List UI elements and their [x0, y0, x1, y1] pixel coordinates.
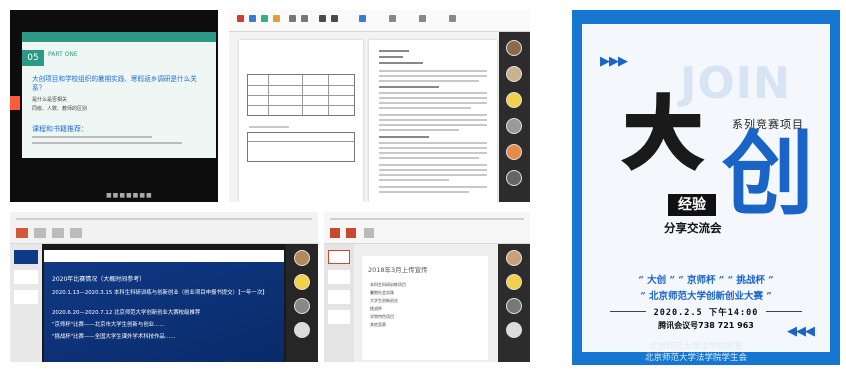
slide-heading-2: 课程和书籍推荐： [32, 125, 88, 133]
screenshot-ppt-agenda: 2018年3月上传宣传 本科生科研训练项目 暑期社会实践 大学生创新创业 挑战杯… [324, 212, 530, 362]
agenda-item: 其他竞赛 [370, 322, 386, 327]
participant-avatar[interactable] [506, 92, 522, 108]
slide-agenda: 2018年3月上传宣传 本科生科研训练项目 暑期社会实践 大学生创新创业 挑战杯… [362, 256, 488, 360]
toolbar-button-8[interactable] [331, 15, 338, 22]
toolbar-button[interactable] [34, 228, 46, 238]
participant-avatar[interactable] [294, 322, 310, 338]
presentation-toolbar [324, 212, 530, 244]
document-page-left[interactable] [239, 40, 363, 202]
slide-thumbnail[interactable] [328, 270, 350, 284]
toolbar-button-3[interactable] [261, 15, 268, 22]
share-indicator[interactable] [10, 96, 20, 110]
participant-avatar[interactable] [506, 170, 522, 186]
participants-panel [498, 244, 530, 362]
form-table-2 [247, 132, 355, 162]
participants-panel [499, 32, 530, 202]
toolbar-button[interactable] [70, 228, 82, 238]
poster-cups-line: “ 大创 ” “ 京师杯 ” “ 挑战杯 ” [638, 275, 774, 286]
participant-avatar[interactable] [506, 322, 522, 338]
participant-avatar[interactable] [294, 274, 310, 290]
agenda-item: 暑期社会实践 [370, 290, 394, 295]
toolbar-button[interactable] [52, 228, 64, 238]
poster-datetime: 2020.2.5 下午14:00 [653, 308, 759, 318]
screenshot-slide-intro: 05 PART ONE 大创项目和学校组织的暑期实践、寒假返乡调研是什么关系？ … [10, 10, 218, 202]
poster-jingyan-badge: 经验 [668, 194, 716, 216]
arrow-decoration-icon: ◀◀◀ [787, 324, 815, 339]
slide-header-band [44, 250, 284, 262]
slide-thumbnail[interactable] [328, 310, 350, 324]
toolbar-button-12[interactable] [449, 15, 456, 22]
participant-avatar[interactable] [294, 250, 310, 266]
slide-question: 大创项目和学校组织的暑期实践、寒假返乡调研是什么关系？ [32, 75, 197, 92]
presentation-toolbar [10, 212, 318, 244]
event-poster: ▶▶▶ JOIN 大 系列竞赛项目 创 经验 分享交流会 “ 大创 ” “ 京师… [572, 10, 840, 365]
toolbar-button[interactable] [346, 228, 356, 238]
slide-thumbnail[interactable] [14, 290, 38, 304]
participant-avatar[interactable] [506, 274, 522, 290]
toolbar-button-11[interactable] [419, 15, 426, 22]
poster-chuang-glyph: 创 [722, 120, 815, 228]
poster-panel: ▶▶▶ JOIN 大 系列竞赛项目 创 经验 分享交流会 “ 大创 ” “ 京师… [582, 24, 830, 352]
slide-line-2: 同级、人数、教师的区别 [32, 106, 88, 112]
participant-avatar[interactable] [506, 40, 522, 56]
participant-avatar[interactable] [506, 66, 522, 82]
toolbar-button-2[interactable] [249, 15, 256, 22]
slide-intro: 05 PART ONE 大创项目和学校组织的暑期实践、寒假返乡调研是什么关系？ … [22, 32, 216, 158]
participant-avatar[interactable] [506, 250, 522, 266]
poster-da-glyph: 大 [623, 89, 704, 178]
agenda-item: 本科生科研训练项目 [370, 282, 406, 287]
toolbar-button-5[interactable] [289, 15, 296, 22]
slide-thumbnail[interactable] [14, 250, 38, 264]
slide-part-tag: PART ONE [48, 51, 78, 58]
participant-avatar[interactable] [506, 298, 522, 314]
poster-share-title: 分享交流会 [664, 221, 722, 235]
slide-thumbnail[interactable] [328, 250, 350, 264]
slide-pager-dots: ■■■■■■■ [106, 192, 153, 199]
participants-panel [286, 244, 318, 362]
slide-line-4 [32, 142, 182, 144]
timeline-line-2: 2020.1.13—2020.3.15 本科生科研训练与创新创业（创业项目申报书… [52, 290, 268, 296]
participant-avatar[interactable] [506, 118, 522, 134]
editor-ribbon [229, 10, 530, 32]
toolbar-button-6[interactable] [301, 15, 308, 22]
toolbar-button-1[interactable] [237, 15, 244, 22]
poster-organizer-2: 北京师范大学法学院学生会 [644, 353, 747, 363]
agenda-item: 挑战杯 [370, 306, 382, 311]
poster-contest-line: “ 北京师范大学创新创业大赛 ” [640, 291, 772, 302]
participant-avatar[interactable] [294, 298, 310, 314]
timeline-line-1: 2020年比赛情况（大概时间参考） [52, 276, 146, 283]
toolbar-button-4[interactable] [273, 15, 280, 22]
slide-number: 05 [22, 50, 44, 66]
form-table [247, 74, 355, 116]
slide-thumbnails [324, 244, 354, 362]
arrow-decoration-icon: ▶▶▶ [600, 54, 628, 69]
agenda-item: 学院特色项目 [370, 314, 394, 319]
participant-avatar[interactable] [506, 144, 522, 160]
slide-thumbnail[interactable] [14, 270, 38, 284]
document-page-right[interactable] [369, 40, 497, 202]
slide-line-3 [32, 136, 152, 138]
screenshot-competition-timeline: 2020年比赛情况（大概时间参考） 2020.1.13—2020.3.15 本科… [10, 212, 318, 362]
slide-title: 2018年3月上传宣传 [368, 266, 428, 274]
toolbar-button[interactable] [364, 228, 374, 238]
slide-thumbnail[interactable] [328, 290, 350, 304]
toolbar-button[interactable] [330, 228, 340, 238]
slide-thumbnails [10, 244, 42, 362]
toolbar-button[interactable] [16, 228, 28, 238]
toolbar-button-10[interactable] [389, 15, 396, 22]
toolbar-button-9[interactable] [359, 15, 366, 22]
timeline-line-4: "京师杯"比赛——北京市大学生创新与创业…… [52, 322, 165, 328]
agenda-item: 大学生创新创业 [370, 298, 398, 303]
screenshot-word-editor [229, 10, 530, 202]
timeline-line-5: "挑战杯"比赛——全国大学生课外学术科技作品…… [52, 334, 176, 340]
slide-line-1: 是什么是否相关 [32, 97, 68, 103]
toolbar-button-7[interactable] [319, 15, 326, 22]
timeline-line-3: 2020.6.20—2020.7.12 北京师范大学创新创业大赛校级推荐 [52, 310, 201, 316]
slide-timeline: 2020年比赛情况（大概时间参考） 2020.1.13—2020.3.15 本科… [44, 250, 284, 362]
